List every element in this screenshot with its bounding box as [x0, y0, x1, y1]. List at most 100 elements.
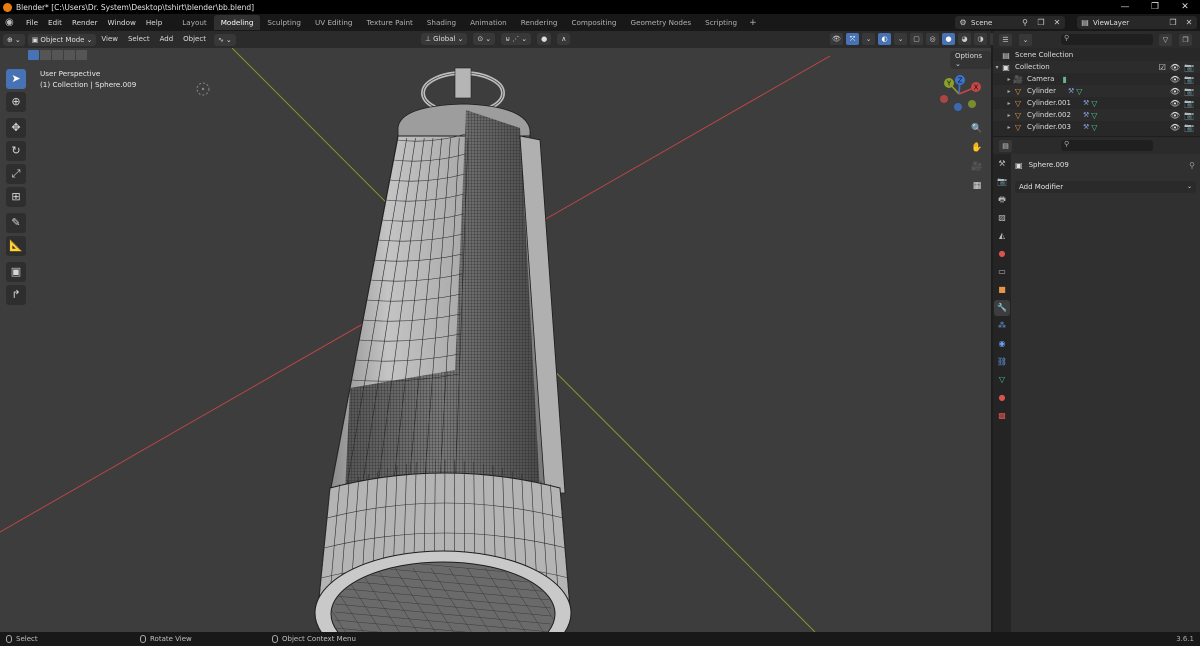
- expand-icon[interactable]: ▸: [1005, 76, 1013, 83]
- outliner-row-camera[interactable]: ▸ 🎥 Camera ▮ 👁 📷: [993, 73, 1200, 85]
- menu-add[interactable]: Add: [155, 31, 179, 48]
- properties-editor-type[interactable]: ▤: [999, 140, 1012, 152]
- 3d-viewport[interactable]: User Perspective (1) Collection | Sphere…: [0, 48, 991, 632]
- menu-window[interactable]: Window: [103, 14, 141, 31]
- tab-texture[interactable]: ▩: [994, 408, 1010, 424]
- proportional-toggle[interactable]: ●: [537, 33, 552, 45]
- eye-icon[interactable]: 👁: [1170, 99, 1180, 108]
- mode-dropdown[interactable]: ▣ Object Mode ⌄: [27, 33, 97, 46]
- tab-scene[interactable]: ◭: [994, 228, 1010, 244]
- eye-icon[interactable]: 👁: [1170, 63, 1180, 72]
- solid-shading-button[interactable]: ●: [942, 33, 955, 45]
- select-new-button[interactable]: [28, 50, 39, 60]
- cursor-tool[interactable]: ⊕: [6, 92, 26, 112]
- tab-uv-editing[interactable]: UV Editing: [308, 15, 360, 30]
- outliner-row-cylinder-001[interactable]: ▸ ▽ Cylinder.001 ⚒ ▽ 👁 📷: [993, 97, 1200, 109]
- display-mode-dropdown[interactable]: ⌄: [1019, 34, 1032, 46]
- material-shading-button[interactable]: ◕: [958, 33, 971, 45]
- eye-icon[interactable]: 👁: [1170, 87, 1180, 96]
- tab-modeling[interactable]: Modeling: [213, 15, 261, 30]
- new-view-layer-icon[interactable]: ❐: [1165, 18, 1181, 27]
- tab-animation[interactable]: Animation: [463, 15, 514, 30]
- tab-geometry-nodes[interactable]: Geometry Nodes: [624, 15, 699, 30]
- camera-render-icon[interactable]: 📷: [1184, 63, 1194, 72]
- annotate-tool[interactable]: ✎: [6, 213, 26, 233]
- add-cube-tool[interactable]: ▣: [6, 262, 26, 282]
- pan-view-button[interactable]: ✋: [969, 140, 985, 156]
- camera-render-icon[interactable]: 📷: [1184, 123, 1194, 132]
- properties-search-input[interactable]: ⚲: [1061, 140, 1153, 151]
- outliner-search-input[interactable]: ⚲: [1061, 34, 1153, 45]
- gizmo-dropdown[interactable]: ⌄: [862, 33, 875, 45]
- outliner-row-scene-collection[interactable]: ▤ Scene Collection: [993, 49, 1200, 61]
- menu-render[interactable]: Render: [67, 14, 103, 31]
- tab-constraints[interactable]: ⛓: [994, 354, 1010, 370]
- sculpt-dropdown[interactable]: ∿ ⌄: [213, 33, 236, 46]
- blender-menu-icon[interactable]: ◉: [5, 17, 17, 29]
- camera-view-button[interactable]: 🎥: [969, 159, 985, 175]
- select-extend-button[interactable]: [40, 50, 51, 60]
- rendered-shading-button[interactable]: ◑: [974, 33, 987, 45]
- snap-dropdown[interactable]: ⊍ ⋰ ⌄: [501, 33, 532, 45]
- tab-world[interactable]: ●: [994, 246, 1010, 262]
- transform-tool[interactable]: ⊞: [6, 187, 26, 207]
- menu-help[interactable]: Help: [141, 14, 167, 31]
- outliner-row-cylinder[interactable]: ▸ ▽ Cylinder ⚒ ▽ 👁 📷: [993, 85, 1200, 97]
- close-button[interactable]: ✕: [1170, 0, 1200, 14]
- tab-physics[interactable]: ◉: [994, 336, 1010, 352]
- tab-texture-paint[interactable]: Texture Paint: [359, 15, 419, 30]
- overlay-toggle[interactable]: ◐: [878, 33, 891, 45]
- xray-toggle[interactable]: ▢: [910, 33, 923, 45]
- menu-object[interactable]: Object: [178, 31, 211, 48]
- outliner-row-cylinder-003[interactable]: ▸ ▽ Cylinder.003 ⚒ ▽ 👁 📷: [993, 121, 1200, 133]
- pin-icon[interactable]: ⚲: [1189, 161, 1195, 170]
- overlay-dropdown[interactable]: ⌄: [894, 33, 907, 45]
- 3d-cursor[interactable]: [196, 82, 210, 96]
- new-collection-button[interactable]: ❐: [1179, 34, 1192, 46]
- select-box-tool[interactable]: ➤: [6, 69, 26, 89]
- zoom-view-button[interactable]: 🔍: [969, 121, 985, 137]
- eye-icon[interactable]: 👁: [1170, 111, 1180, 120]
- tab-scripting[interactable]: Scripting: [698, 15, 744, 30]
- pin-icon[interactable]: ⚲: [1017, 18, 1033, 27]
- tab-render[interactable]: 📷: [994, 174, 1010, 190]
- editor-type-button[interactable]: ⊕ ⌄: [3, 33, 25, 46]
- expand-icon[interactable]: ▸: [1005, 112, 1013, 119]
- tab-data[interactable]: ▽: [994, 372, 1010, 388]
- menu-edit[interactable]: Edit: [43, 14, 67, 31]
- gizmo-neg-y[interactable]: [968, 100, 976, 108]
- expand-collection-icon[interactable]: ▾: [993, 64, 1001, 71]
- new-scene-icon[interactable]: ❐: [1033, 18, 1049, 27]
- filter-dropdown[interactable]: ▽: [1159, 34, 1172, 46]
- tab-layout[interactable]: Layout: [175, 15, 213, 30]
- expand-icon[interactable]: ▸: [1005, 88, 1013, 95]
- view-layer-selector[interactable]: ▤ ViewLayer ❐ ✕: [1077, 16, 1197, 29]
- falloff-dropdown[interactable]: ∧: [557, 33, 571, 45]
- move-tool[interactable]: ✥: [6, 118, 26, 138]
- eye-icon[interactable]: 👁: [1170, 75, 1180, 84]
- scale-tool[interactable]: ⤢: [6, 164, 26, 184]
- checkbox-icon[interactable]: ☑: [1159, 63, 1166, 72]
- camera-render-icon[interactable]: 📷: [1184, 99, 1194, 108]
- menu-select[interactable]: Select: [123, 31, 155, 48]
- tab-rendering[interactable]: Rendering: [514, 15, 565, 30]
- ortho-toggle-button[interactable]: ▦: [969, 178, 985, 194]
- tab-shading[interactable]: Shading: [420, 15, 463, 30]
- tab-material[interactable]: ●: [994, 390, 1010, 406]
- options-dropdown[interactable]: Options ⌄: [950, 51, 991, 69]
- tab-sculpting[interactable]: Sculpting: [260, 15, 308, 30]
- outliner-row-collection[interactable]: ▾ ▣ Collection ☑ 👁 📷: [993, 61, 1200, 73]
- orientation-dropdown[interactable]: ⊥ Global ⌄: [421, 33, 468, 45]
- menu-view[interactable]: View: [96, 31, 123, 48]
- camera-render-icon[interactable]: 📷: [1184, 111, 1194, 120]
- select-intersect-button[interactable]: [76, 50, 87, 60]
- tab-compositing[interactable]: Compositing: [564, 15, 623, 30]
- visibility-dropdown[interactable]: 👁: [830, 33, 843, 45]
- pivot-dropdown[interactable]: ⊙ ⌄: [473, 33, 496, 45]
- delete-scene-icon[interactable]: ✕: [1049, 18, 1065, 27]
- tab-particles[interactable]: ⁂: [994, 318, 1010, 334]
- bend-tool[interactable]: ↱: [6, 285, 26, 305]
- tab-collection[interactable]: ▭: [994, 264, 1010, 280]
- tab-output[interactable]: 🖶: [994, 192, 1010, 208]
- expand-icon[interactable]: ▸: [1005, 100, 1013, 107]
